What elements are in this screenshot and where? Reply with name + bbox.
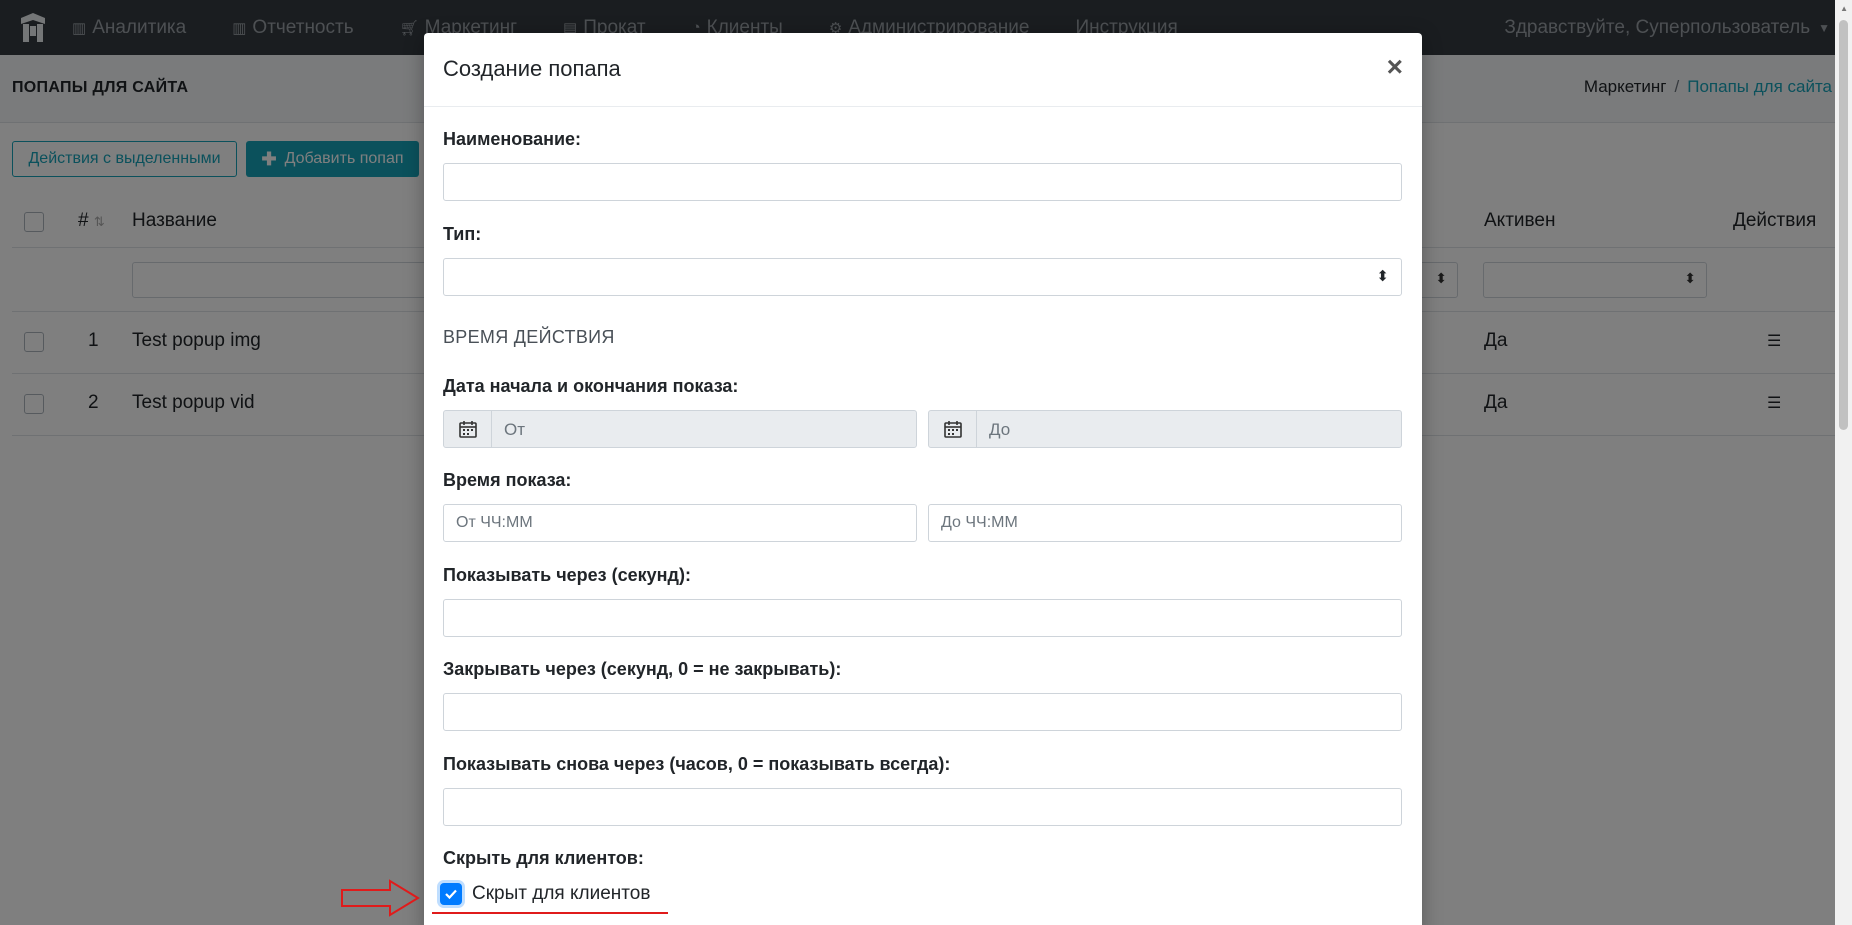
annotation-underline — [432, 912, 668, 914]
modal-header: Создание попапа × — [424, 33, 1422, 107]
time-to-input[interactable]: До ЧЧ:ММ — [928, 504, 1402, 542]
hide-checkbox-label: Скрыт для клиентов — [472, 883, 651, 904]
page-scrollbar[interactable]: ▲ — [1835, 0, 1852, 925]
calendar-icon — [929, 411, 977, 447]
select-arrows-icon: ⬍ — [1376, 268, 1389, 285]
scroll-thumb[interactable] — [1839, 20, 1848, 430]
show-after-label: Показывать через (секунд): — [443, 565, 691, 585]
close-icon[interactable]: × — [1387, 51, 1403, 83]
create-popup-modal: Создание попапа × Наименование: Тип: ⬍ В… — [424, 33, 1422, 925]
scroll-up-icon[interactable]: ▲ — [1840, 4, 1848, 13]
hide-checkbox[interactable] — [440, 883, 462, 905]
time-from-input[interactable]: От ЧЧ:ММ — [443, 504, 917, 542]
show-again-label: Показывать снова через (часов, 0 = показ… — [443, 754, 951, 774]
date-from-placeholder: От — [504, 420, 526, 439]
name-label: Наименование: — [443, 129, 582, 149]
date-from-input[interactable]: От — [443, 410, 917, 448]
name-input[interactable] — [443, 163, 1402, 201]
check-icon — [445, 889, 457, 900]
annotation-arrow-icon — [341, 879, 420, 917]
calendar-icon — [444, 411, 492, 447]
type-label: Тип: — [443, 224, 482, 244]
close-after-label: Закрывать через (секунд, 0 = не закрыват… — [443, 659, 842, 679]
date-to-input[interactable]: До — [928, 410, 1402, 448]
show-again-input[interactable] — [443, 788, 1402, 826]
hide-label: Скрыть для клиентов: — [443, 848, 644, 868]
show-after-input[interactable] — [443, 599, 1402, 637]
time-label: Время показа: — [443, 470, 572, 490]
close-after-input[interactable] — [443, 693, 1402, 731]
modal-title: Создание попапа — [443, 56, 621, 81]
hide-checkbox-row[interactable]: Скрыт для клиентов — [440, 883, 650, 905]
section-time: ВРЕМЯ ДЕЙСТВИЯ — [443, 327, 615, 347]
dates-label: Дата начала и окончания показа: — [443, 376, 739, 396]
type-select[interactable]: ⬍ — [443, 258, 1402, 296]
date-to-placeholder: До — [989, 420, 1011, 439]
